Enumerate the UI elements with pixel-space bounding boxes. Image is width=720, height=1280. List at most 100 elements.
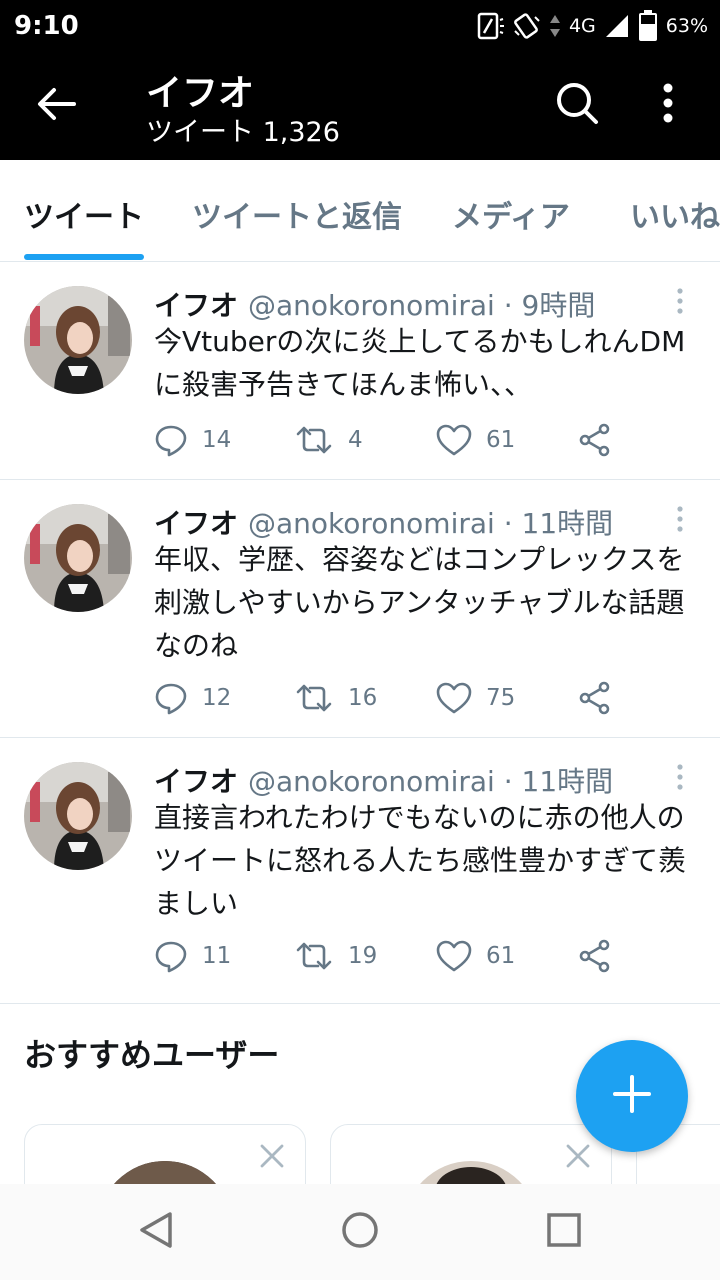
tweet-actions: 12 16 75: [154, 678, 674, 718]
like-count: 61: [486, 943, 516, 969]
tweet-time: · 11時間: [503, 507, 614, 540]
system-nav-bar: [0, 1184, 720, 1280]
nav-home-button[interactable]: [338, 1210, 382, 1254]
nav-back-button[interactable]: [134, 1210, 178, 1254]
author-handle: @anokoronomirai: [248, 765, 495, 798]
square-recents-icon: [546, 1212, 582, 1252]
retweet-icon: [294, 682, 334, 714]
page-title: イフオ: [146, 73, 255, 114]
share-button[interactable]: [578, 936, 612, 976]
dismiss-button[interactable]: [257, 1143, 287, 1173]
tweet-time: · 11時間: [503, 765, 614, 798]
reply-count: 12: [202, 685, 232, 711]
tweet[interactable]: イフオ @anokoronomirai · 11時間 直接言われたわけでもないのに…: [0, 738, 720, 1004]
more-vertical-icon: [677, 288, 683, 318]
share-button[interactable]: [578, 678, 612, 718]
author-name: イフオ: [154, 289, 239, 322]
back-button[interactable]: [30, 82, 82, 130]
nav-recents-button[interactable]: [542, 1210, 586, 1254]
recommended-users-title: おすすめユーザー: [24, 1036, 280, 1074]
share-icon: [578, 423, 612, 457]
search-button[interactable]: [552, 80, 602, 130]
like-icon: [436, 424, 472, 456]
reply-icon: [154, 423, 188, 457]
author-name: イフオ: [154, 765, 239, 798]
tweet-text: 今Vtuberの次に炎上してるかもしれんDMに殺害予告きてほんま怖い、、: [154, 325, 686, 401]
tweet-text: 直接言われたわけでもないのに赤の他人のツイートに怒れる人たち感性豊かすぎて羨まし…: [154, 801, 687, 920]
profile-tabs: ツイート ツイートと返信 メディア いいね: [0, 160, 720, 262]
reply-button[interactable]: 12: [154, 678, 231, 718]
like-count: 61: [486, 427, 516, 453]
tweet-menu-button[interactable]: [668, 504, 692, 538]
close-icon: [565, 1143, 591, 1173]
like-button[interactable]: 61: [436, 420, 515, 460]
like-icon: [436, 940, 472, 972]
tweet-meta: イフオ @anokoronomirai · 11時間: [154, 502, 613, 542]
dismiss-button[interactable]: [563, 1143, 593, 1173]
tab-media[interactable]: メディア: [452, 192, 570, 236]
more-vertical-icon: [663, 83, 673, 127]
nfc-icon: [475, 11, 505, 41]
tweet[interactable]: イフオ @anokoronomirai · 11時間 年収、学歴、容姿などはコンプ…: [0, 480, 720, 738]
tweet-actions: 11 19 61: [154, 936, 674, 976]
author-name: イフオ: [154, 507, 239, 540]
close-icon: [259, 1143, 285, 1173]
plus-icon: [612, 1074, 652, 1118]
retweet-button[interactable]: 19: [294, 936, 377, 976]
retweet-icon: [294, 424, 334, 456]
tweet-text: 年収、学歴、容姿などはコンプレックスを刺激しやすいからアンタッチャブルな話題なの…: [154, 543, 685, 662]
author-handle: @anokoronomirai: [248, 289, 495, 322]
avatar[interactable]: [24, 286, 132, 394]
like-count: 75: [486, 685, 516, 711]
tab-tweets[interactable]: ツイート: [24, 192, 144, 236]
reply-button[interactable]: 14: [154, 420, 231, 460]
search-icon: [555, 81, 599, 129]
avatar[interactable]: [24, 762, 132, 870]
circle-home-icon: [340, 1210, 380, 1254]
retweet-button[interactable]: 16: [294, 678, 377, 718]
like-button[interactable]: 61: [436, 936, 515, 976]
tab-likes[interactable]: いいね: [630, 192, 720, 236]
retweet-count: 16: [348, 685, 378, 711]
more-vertical-icon: [677, 764, 683, 794]
share-button[interactable]: [578, 420, 612, 460]
tweet[interactable]: イフオ @anokoronomirai · 9時間 今Vtuberの次に炎上してる…: [0, 262, 720, 480]
data-arrows-icon: [549, 13, 561, 39]
battery-percent: 63%: [665, 15, 708, 37]
vibrate-icon: [513, 11, 541, 41]
retweet-icon: [294, 940, 334, 972]
triangle-back-icon: [138, 1210, 174, 1254]
compose-tweet-button[interactable]: [576, 1040, 688, 1152]
retweet-count: 19: [348, 943, 378, 969]
status-bar: 9:10 4G 63%: [0, 0, 720, 52]
reply-button[interactable]: 11: [154, 936, 231, 976]
tweet-actions: 14 4 61: [154, 420, 674, 460]
avatar[interactable]: [24, 504, 132, 612]
more-vertical-icon: [677, 506, 683, 536]
more-options-button[interactable]: [650, 80, 686, 130]
like-button[interactable]: 75: [436, 678, 515, 718]
tweet-menu-button[interactable]: [668, 286, 692, 320]
status-time: 9:10: [14, 11, 79, 41]
reply-icon: [154, 939, 188, 973]
tweet-time: · 9時間: [503, 289, 596, 322]
tweet-count: ツイート 1,326: [146, 117, 340, 148]
signal-icon: [604, 13, 630, 39]
app-screen: 9:10 4G 63% イフオ ツイート 1,326 ツイート ツイートと返信 …: [0, 0, 720, 1280]
reply-icon: [154, 681, 188, 715]
share-icon: [578, 939, 612, 973]
reply-count: 14: [202, 427, 232, 453]
share-icon: [578, 681, 612, 715]
tweet-meta: イフオ @anokoronomirai · 9時間: [154, 284, 595, 324]
tab-tweets-replies[interactable]: ツイートと返信: [192, 192, 402, 236]
reply-count: 11: [202, 943, 232, 969]
profile-header: イフオ ツイート 1,326: [0, 52, 720, 160]
author-handle: @anokoronomirai: [248, 507, 495, 540]
tweet-meta: イフオ @anokoronomirai · 11時間: [154, 760, 613, 800]
network-type: 4G: [568, 15, 596, 37]
back-arrow-icon: [36, 87, 76, 125]
tweet-menu-button[interactable]: [668, 762, 692, 796]
retweet-button[interactable]: 4: [294, 420, 363, 460]
active-tab-indicator: [24, 254, 144, 260]
like-icon: [436, 682, 472, 714]
